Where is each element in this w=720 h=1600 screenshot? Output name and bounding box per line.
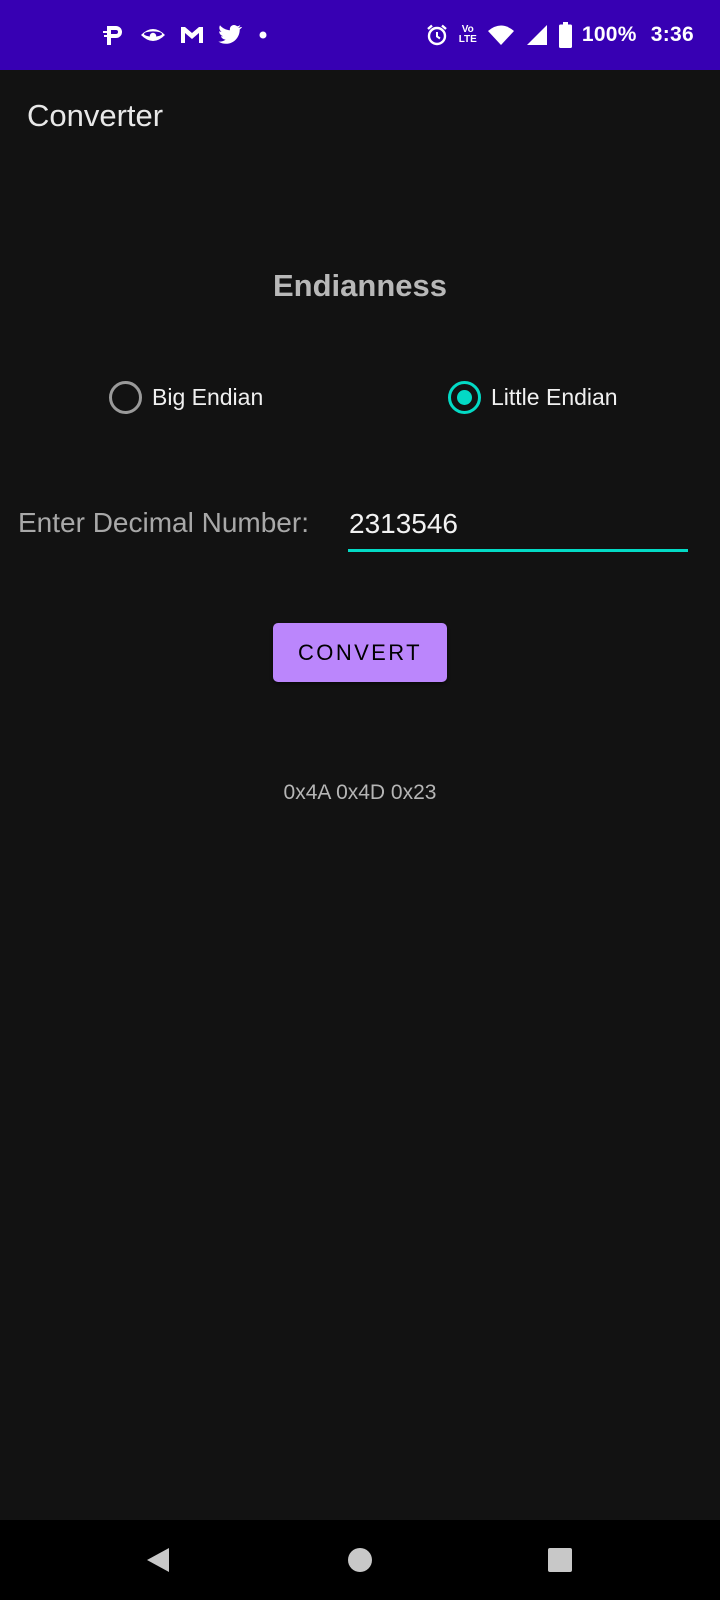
decimal-input-label: Enter Decimal Number: <box>18 507 309 538</box>
decimal-number-input[interactable]: 2313546 <box>348 500 688 552</box>
recents-button[interactable] <box>520 1520 600 1600</box>
radio-big-endian-label: Big Endian <box>152 384 264 410</box>
radio-button-unchecked-icon[interactable] <box>109 381 142 414</box>
eye-icon <box>140 25 166 45</box>
radio-big-endian[interactable]: Big Endian <box>109 381 263 414</box>
section-title: Endianness <box>273 268 447 303</box>
volte-icon: Vo LTE <box>459 25 477 45</box>
screen: Vo LTE 100% 3:36 Converter Endianness Bi… <box>0 0 720 1600</box>
volte-bottom-text: LTE <box>458 34 477 45</box>
system-icons: Vo LTE 100% 3:36 <box>425 20 694 50</box>
clock: 3:36 <box>650 23 694 46</box>
radio-button-checked-icon[interactable] <box>448 381 481 414</box>
battery-icon <box>558 22 572 48</box>
back-icon <box>147 1548 169 1572</box>
convert-button[interactable]: CONVERT <box>273 623 447 682</box>
navigation-bar <box>0 1520 720 1600</box>
alarm-icon <box>425 23 449 47</box>
radio-little-endian[interactable]: Little Endian <box>448 381 618 414</box>
recents-icon <box>548 1548 572 1572</box>
twitter-icon <box>218 24 242 46</box>
signal-icon <box>525 23 549 47</box>
wifi-icon <box>487 24 515 46</box>
notification-icons <box>102 22 270 48</box>
status-bar: Vo LTE 100% 3:36 <box>0 0 720 70</box>
paytm-icon <box>102 23 126 47</box>
radio-little-endian-label: Little Endian <box>491 384 618 410</box>
home-icon <box>348 1548 372 1572</box>
home-button[interactable] <box>320 1520 400 1600</box>
conversion-result: 0x4A 0x4D 0x23 <box>283 781 437 804</box>
app-title: Converter <box>27 98 164 133</box>
gmail-icon <box>180 25 204 45</box>
back-button[interactable] <box>118 1520 198 1600</box>
battery-percent: 100% <box>581 23 637 46</box>
dot-icon <box>256 28 270 42</box>
